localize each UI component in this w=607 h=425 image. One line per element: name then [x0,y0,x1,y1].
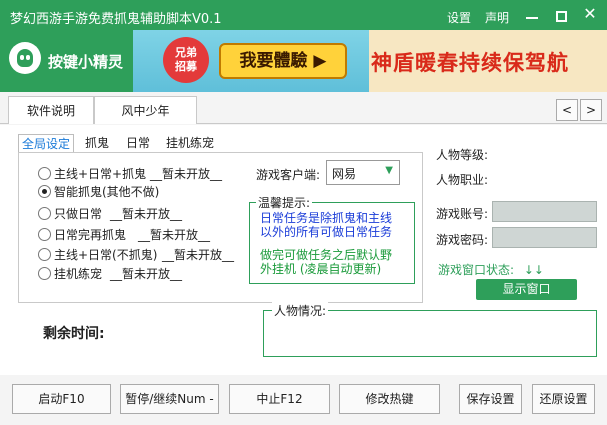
level-label: 人物等级: [436,148,489,162]
mode-note: __暂未开放__ [162,248,235,262]
stop-button[interactable]: 中止F12 [229,384,330,414]
show-window-button[interactable]: 显示窗口 [476,279,577,300]
settings-link[interactable]: 设置 [447,9,471,26]
account-field[interactable] [492,201,597,222]
window-title: 梦幻西游手游免费抓鬼辅助脚本V0.1 [10,12,222,27]
ad-banner[interactable]: 兄弟 招募 我要體驗 ▶ 神盾暖春持续保驾航 [133,30,607,92]
tab-software-info[interactable]: 软件说明 [8,96,94,124]
tab-daily[interactable]: 日常 [126,134,150,151]
chevron-down-icon: ▼ [385,165,393,176]
password-field[interactable] [492,227,597,248]
mode-option[interactable]: 只做日常 [38,205,102,222]
maximize-icon[interactable] [556,11,567,22]
tip-idle-text: 做完可做任务之后默认野 外挂机 (凌晨自动更新) [260,248,393,276]
mode-note: __暂未开放__ [110,207,183,221]
job-label: 人物职业: [436,173,489,187]
mode-note: __暂未开放__ [150,167,223,181]
mode-note: __暂未开放__ [138,228,211,242]
logo-text: 按键小精灵 [48,53,124,71]
account-label: 游戏账号: [436,207,489,221]
mode-option[interactable]: 日常完再抓鬼 [38,226,126,243]
banner-cta-button[interactable]: 我要體驗 ▶ [219,43,347,79]
tab-ghost[interactable]: 抓鬼 [85,134,109,151]
client-label: 游戏客户端: [256,168,321,182]
tab-pet-training[interactable]: 挂机练宠 [166,134,214,151]
mode-option[interactable]: 智能抓鬼(其他不做) [38,183,159,200]
start-button[interactable]: 启动F10 [12,384,111,414]
arrow-down-icon: ↓↓ [523,263,544,277]
save-settings-button[interactable]: 保存设置 [459,384,522,414]
header-strip: 按键小精灵 兄弟 招募 我要體驗 ▶ 神盾暖春持续保驾航 [0,30,607,92]
recruit-badge: 兄弟 招募 [163,37,209,83]
role-status-title: 人物情况: [272,302,329,319]
mode-option[interactable]: 主线+日常(不抓鬼) [38,246,157,263]
pause-button[interactable]: 暂停/继续Num - [120,384,219,414]
window-status: 游戏窗口状态: ↓↓ [438,263,544,277]
tip-title: 温馨提示: [256,194,313,211]
bottom-toolbar: 启动F10 暂停/继续Num - 中止F12 修改热键 保存设置 还原设置 [0,375,607,425]
close-icon[interactable]: ✕ [581,5,599,23]
radio-icon[interactable] [38,167,51,180]
restore-settings-button[interactable]: 还原设置 [532,384,595,414]
minimize-icon[interactable] [526,9,538,19]
radio-icon[interactable] [38,207,51,220]
password-label: 游戏密码: [436,233,489,247]
main-tab-bar: 软件说明 风中少年 < > [0,96,607,124]
client-select[interactable]: 网易 ▼ [326,160,400,185]
radio-icon[interactable] [38,185,51,198]
mode-note: __暂未开放__ [110,267,183,281]
tip-daily-text: 日常任务是除抓鬼和主线 以外的所有可做日常任务 [260,211,393,239]
radio-icon[interactable] [38,248,51,261]
app-logo-icon [9,42,41,74]
mode-option[interactable]: 挂机练宠 [38,265,102,282]
statement-link[interactable]: 声明 [485,9,509,26]
radio-icon[interactable] [38,228,51,241]
tab-prev-button[interactable]: < [556,99,578,121]
tab-profile[interactable]: 风中少年 [94,96,197,124]
title-bar: 梦幻西游手游免费抓鬼辅助脚本V0.1 设置 声明 ✕ [0,0,607,30]
edit-hotkeys-button[interactable]: 修改热键 [339,384,440,414]
banner-slogan: 神盾暖春持续保驾航 [371,51,569,75]
radio-icon[interactable] [38,267,51,280]
mode-option[interactable]: 主线+日常+抓鬼 [38,165,146,182]
remaining-time-label: 剩余时间: [43,326,105,342]
tab-global-settings[interactable]: 全局设定 [18,134,75,152]
tab-next-button[interactable]: > [580,99,602,121]
